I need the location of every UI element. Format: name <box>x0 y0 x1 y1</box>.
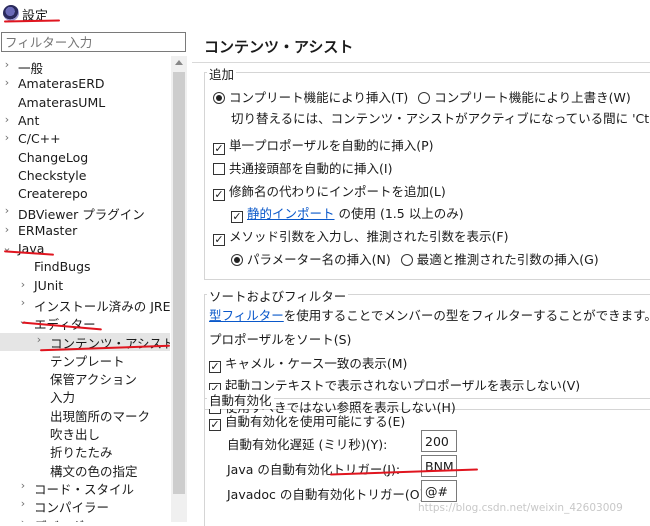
javadoc-trigger-input[interactable] <box>421 480 457 502</box>
tree-item[interactable]: › インストール済みの JRE <box>0 296 170 314</box>
tree-item-label: コンパイラー <box>34 500 110 516</box>
tree-item-label: ChangeLog <box>18 149 89 165</box>
delay-label: 自動有効化遅延 (ミリ秒)(Y): <box>227 437 388 452</box>
chevron-right-icon[interactable]: › <box>2 76 12 89</box>
preferences-tree: › 一般 › AmaterasERD AmaterasUML › Ant › C/C++ Chan… <box>0 56 170 522</box>
chevron-right-icon[interactable]: › <box>18 497 28 510</box>
radio-parameter-names[interactable]: パラメーター名の挿入(N) <box>231 252 391 267</box>
tree-item[interactable]: › ERMaster <box>0 223 170 241</box>
chevron-right-icon[interactable]: › <box>2 204 12 217</box>
tree-item[interactable]: › デバッグ <box>0 516 170 523</box>
type-filter-link[interactable]: 型フィルター <box>209 308 284 323</box>
tree-item-label: ERMaster <box>18 222 78 238</box>
eclipse-icon <box>3 5 19 21</box>
tree-item[interactable]: FindBugs <box>0 259 170 277</box>
chevron-right-icon[interactable]: › <box>18 296 28 309</box>
filter-input[interactable] <box>1 32 186 52</box>
tree-item[interactable]: 入力 <box>0 387 170 405</box>
tree-item-label: 入力 <box>50 390 76 406</box>
tree-item[interactable]: › C/C++ <box>0 131 170 149</box>
tree-item[interactable]: › Ant <box>0 113 170 131</box>
chevron-right-icon[interactable]: › <box>18 278 28 291</box>
tree-item[interactable]: テンプレート <box>0 351 170 369</box>
type-filter-text: を使用することでメンバーの型をフィルターすることができます。 <box>283 308 650 323</box>
tree-item[interactable]: ChangeLog <box>0 150 170 168</box>
tree-item[interactable]: › AmaterasERD <box>0 76 170 94</box>
content-assist-page: コンテンツ・アシスト 追加 コンプリート機能により挿入(T) コンプリート機能に… <box>192 28 650 526</box>
tree-item[interactable]: Checkstyle <box>0 168 170 186</box>
tree-item-label: 出現箇所のマーク <box>50 408 151 424</box>
radio-insert[interactable]: コンプリート機能により挿入(T) <box>213 90 408 105</box>
static-import-suffix: の使用 (1.5 以上のみ) <box>334 206 464 221</box>
tree-item[interactable]: › コンパイラー <box>0 497 170 515</box>
tree-item[interactable]: › DBViewer プラグイン <box>0 204 170 222</box>
page-title: コンテンツ・アシスト <box>204 38 354 56</box>
tree-item-label: Createrepo <box>18 186 88 202</box>
tree-item[interactable]: 保管アクション <box>0 369 170 387</box>
checkbox-static-import[interactable]: ✓ <box>231 211 243 223</box>
tree-item-label: デバッグ <box>34 516 84 523</box>
checkbox-camel-case[interactable]: ✓ キャメル・ケース一致の表示(M) <box>209 353 407 373</box>
javadoc-trigger-label: Javadoc の自動有効化トリガー(O): <box>227 487 429 502</box>
java-trigger-label: Java の自動有効化トリガー(J): <box>227 462 401 477</box>
tree-item-label: FindBugs <box>34 259 91 275</box>
tree-item-label: コード・スタイル <box>34 481 135 497</box>
tree-item-label: テンプレート <box>50 353 125 369</box>
tree-item-label: 折りたたみ <box>50 445 113 461</box>
tree-item[interactable]: 吹き出し <box>0 424 170 442</box>
watermark: https://blog.csdn.net/weixin_42603009 <box>418 502 623 514</box>
checkbox-enable-auto[interactable]: ✓ 自動有効化を使用可能にする(E) <box>209 411 405 431</box>
static-import-link[interactable]: 静的インポート <box>247 206 335 221</box>
tree-item-label: 構文の色の指定 <box>50 463 138 479</box>
sorting-legend: ソートおよびフィルター <box>207 286 349 305</box>
chevron-right-icon[interactable]: › <box>2 58 12 71</box>
chevron-right-icon[interactable]: › <box>2 113 12 126</box>
tree-item[interactable]: ⌄ Java <box>0 241 170 259</box>
tree-item-label: Checkstyle <box>18 167 87 183</box>
radio-overwrite[interactable]: コンプリート機能により上書き(W) <box>418 90 631 105</box>
tree-item-label: Ant <box>18 112 40 128</box>
tree-item-label: DBViewer プラグイン <box>18 207 145 223</box>
checkbox-guess-arguments[interactable]: ✓ メソッド引数を入力し、推測された引数を表示(F) <box>213 226 508 246</box>
auto-activation-legend: 自動有効化 <box>207 390 274 409</box>
checkbox-add-import[interactable]: ✓ 修飾名の代わりにインポートを追加(L) <box>213 181 446 201</box>
tree-item[interactable]: › 一般 <box>0 58 170 76</box>
tree-item-label: AmaterasERD <box>18 76 105 92</box>
delay-input[interactable] <box>421 430 457 452</box>
chevron-right-icon[interactable]: › <box>18 479 28 492</box>
scroll-up-icon[interactable] <box>175 60 183 65</box>
chevron-right-icon[interactable]: › <box>2 223 12 236</box>
checkbox-single-proposal[interactable]: ✓ 単一プロポーザルを自動的に挿入(P) <box>213 135 434 155</box>
radio-best-guessed[interactable]: 最適と推測された引数の挿入(G) <box>400 252 599 267</box>
chevron-right-icon[interactable]: › <box>34 333 44 346</box>
chevron-right-icon[interactable]: › <box>18 516 28 523</box>
tree-scrollbar[interactable] <box>171 56 187 522</box>
preferences-tree-panel: › 一般 › AmaterasERD AmaterasUML › Ant › C/C++ Chan… <box>0 30 188 522</box>
tree-item-label: JUnit <box>34 277 64 293</box>
tree-item-label: 保管アクション <box>50 372 137 388</box>
tree-item[interactable]: › コード・スタイル <box>0 479 170 497</box>
tree-item[interactable]: 構文の色の指定 <box>0 461 170 479</box>
java-trigger-input[interactable] <box>421 455 457 477</box>
tree-item[interactable]: AmaterasUML <box>0 95 170 113</box>
title-divider <box>192 62 650 63</box>
checkbox-common-prefix[interactable]: 共通接頭部を自動的に挿入(I) <box>213 158 392 177</box>
insertion-legend: 追加 <box>207 64 237 83</box>
tree-item-label: 一般 <box>18 61 44 76</box>
scrollbar-thumb[interactable] <box>173 72 185 494</box>
title-bar: 設定 <box>0 0 650 28</box>
chevron-right-icon[interactable]: › <box>2 131 12 144</box>
insertion-hint: 切り替えるには、コンテンツ・アシストがアクティブになっている間に 'Ctrl' … <box>231 111 650 126</box>
tree-item-label: 吹き出し <box>50 427 101 442</box>
tree-item[interactable]: 出現箇所のマーク <box>0 406 170 424</box>
tree-item-label: インストール済みの JRE <box>34 298 170 314</box>
tree-item-label: C/C++ <box>18 131 61 147</box>
tree-item[interactable]: Createrepo <box>0 186 170 204</box>
sort-proposals-label[interactable]: プロポーザルをソート(S) <box>209 329 351 348</box>
tree-item[interactable]: › JUnit <box>0 278 170 296</box>
insertion-group: 追加 コンプリート機能により挿入(T) コンプリート機能により上書き(W) 切り… <box>204 64 650 280</box>
tree-item-label: AmaterasUML <box>18 94 106 110</box>
tree-item[interactable]: 折りたたみ <box>0 442 170 460</box>
